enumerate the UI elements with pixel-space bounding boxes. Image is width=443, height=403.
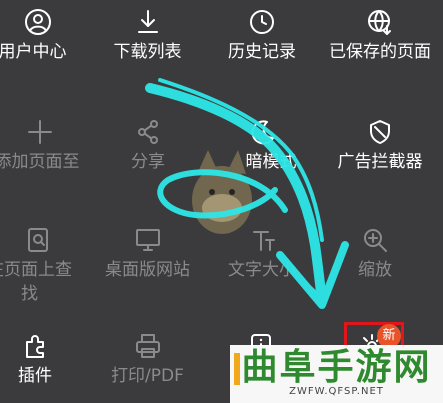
menu-item-saved-pages[interactable]: 已保存的页面 — [325, 8, 435, 64]
puzzle-icon — [26, 335, 44, 358]
user-circle-icon — [24, 9, 51, 35]
watermark: 曲阜手游网 ZWFW.QFSP.NET — [230, 345, 443, 403]
zoom-in-icon — [364, 229, 387, 252]
menu-label: 文字大小 — [228, 260, 296, 280]
menu-item-history[interactable]: 历史记录 — [212, 8, 312, 64]
menu-label: 缩放 — [358, 260, 392, 280]
menu-label: 用户中心 — [0, 42, 67, 62]
menu-label: 分享 — [131, 152, 165, 172]
menu-label: 广告拦截器 — [337, 152, 423, 172]
menu-item-find-in-page: 在页面上查找 — [0, 226, 75, 306]
menu-item-add-page: 添加页面至 — [0, 118, 80, 174]
find-in-page-icon — [27, 228, 48, 252]
menu-item-desktop-site: 桌面版网站 — [100, 226, 195, 282]
plus-icon — [28, 120, 52, 144]
menu-item-plugins[interactable]: 插件 — [0, 332, 70, 388]
share-icon — [138, 120, 158, 144]
menu-label: 插件 — [18, 366, 52, 386]
monitor-icon — [135, 229, 160, 251]
menu-label: 已保存的页面 — [329, 42, 431, 62]
menu-label: 下载列表 — [113, 42, 182, 62]
globe-download-icon — [368, 10, 391, 35]
menu-item-zoom: 缩放 — [335, 226, 415, 282]
menu-label: 在页面上查找 — [0, 260, 72, 304]
watermark-url: ZWFW.QFSP.NET — [289, 386, 384, 397]
menu-item-print-pdf: 打印/PDF — [100, 332, 195, 388]
moon-icon — [251, 120, 274, 145]
menu-item-share: 分享 — [108, 118, 188, 174]
menu-item-dark-mode[interactable]: 暗模式 — [218, 118, 308, 174]
shield-icon — [370, 120, 390, 144]
menu-item-text-size: 文字大小 — [212, 226, 312, 282]
text-size-icon — [253, 231, 275, 251]
printer-icon — [135, 334, 160, 358]
menu-label: 暗模式 — [245, 152, 297, 172]
menu-item-downloads[interactable]: 下载列表 — [100, 8, 195, 64]
menu-item-ad-blocker[interactable]: 广告拦截器 — [325, 118, 435, 174]
clock-icon — [250, 10, 274, 34]
menu-label: 打印/PDF — [111, 366, 184, 386]
download-icon — [137, 10, 158, 33]
menu-label: 历史记录 — [228, 42, 296, 62]
watermark-title: 曲阜手游网 — [241, 346, 432, 388]
menu-label: 添加页面至 — [0, 152, 80, 172]
menu-label: 桌面版网站 — [105, 260, 190, 280]
menu-item-user-center[interactable]: 用户中心 — [0, 8, 75, 64]
